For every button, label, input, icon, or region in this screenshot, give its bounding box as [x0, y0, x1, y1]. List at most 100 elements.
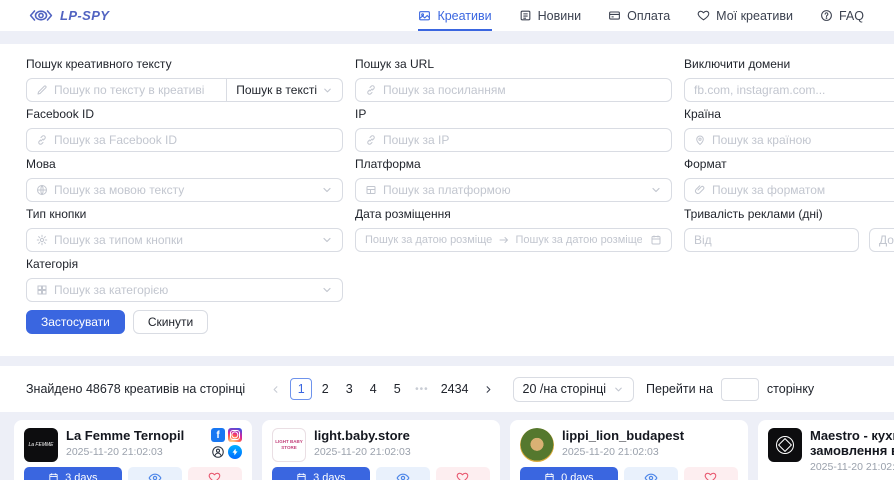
calendar-icon	[48, 472, 59, 480]
creatives-icon	[418, 9, 431, 22]
ip-input[interactable]	[383, 129, 662, 151]
field-url: Пошук за URL	[355, 57, 672, 102]
duration-to-input[interactable]	[879, 229, 894, 251]
creative-card[interactable]: LIGHT BABY STORE light.baby.store 2025-1…	[262, 420, 500, 480]
nav-item-payment[interactable]: Оплата	[608, 0, 670, 31]
platform-select[interactable]	[355, 178, 672, 202]
favorite-button[interactable]	[188, 467, 242, 480]
days-active-button[interactable]: 3 days	[272, 467, 370, 480]
card-date: 2025-11-20 21:02:03	[314, 446, 411, 458]
creative-card[interactable]: lippi_lion_budapest 2025-11-20 21:02:03 …	[510, 420, 748, 480]
platform-icons	[211, 428, 242, 459]
chevron-down-icon	[613, 384, 624, 395]
days-active-button[interactable]: 3 days	[24, 467, 122, 480]
language-select[interactable]	[26, 178, 343, 202]
chevron-down-icon	[650, 184, 662, 196]
location-pin-icon	[694, 134, 706, 146]
reset-button[interactable]: Скинути	[133, 310, 208, 334]
app-header: LP-SPY Креативи Новини Оплата Мої креати…	[0, 0, 894, 31]
field-ip: IP	[355, 107, 672, 152]
page-size-value: 20 /на сторінці	[523, 382, 607, 396]
facebook-icon	[211, 428, 225, 442]
chevron-down-icon	[321, 284, 333, 296]
field-language: Мова	[26, 157, 343, 202]
date-to-input[interactable]	[516, 229, 643, 251]
link-icon	[36, 134, 48, 146]
page-size-select[interactable]: 20 /на сторінці	[513, 377, 635, 402]
jump-page-input[interactable]	[721, 378, 759, 401]
days-label: 3 days	[313, 472, 345, 480]
view-button[interactable]	[624, 467, 678, 480]
eye-icon	[644, 471, 658, 480]
field-exclude-domains: Виключити домени	[684, 57, 894, 102]
field-creative-text: Пошук креативного тексту Пошук в тексті	[26, 57, 343, 102]
language-input[interactable]	[54, 179, 315, 201]
favorite-button[interactable]	[684, 467, 738, 480]
platform-input[interactable]	[383, 179, 644, 201]
nav-item-news[interactable]: Новини	[519, 0, 582, 31]
heart-icon	[704, 471, 717, 480]
page-jump: Перейти на сторінку	[646, 378, 814, 401]
favorite-button[interactable]	[436, 467, 490, 480]
button-type-select[interactable]	[26, 228, 343, 252]
logo-text: LP-SPY	[60, 8, 109, 23]
page-ellipsis[interactable]: •••	[410, 378, 434, 400]
apply-button[interactable]: Застосувати	[26, 310, 125, 334]
field-button-type: Тип кнопки	[26, 207, 343, 252]
chevron-down-icon	[322, 85, 333, 96]
category-select[interactable]	[26, 278, 343, 302]
exclude-domains-input[interactable]	[694, 79, 894, 101]
days-active-button[interactable]: 0 days	[520, 467, 618, 480]
nav-item-my-creatives[interactable]: Мої креативи	[697, 0, 793, 31]
jump-suffix-label: сторінку	[767, 382, 814, 396]
page-button-3[interactable]: 3	[338, 378, 360, 400]
facebook-id-input[interactable]	[54, 129, 333, 151]
card-date: 2025-11-20 21:02:03	[810, 461, 894, 473]
pagination: 1 2 3 4 5 ••• 2434	[263, 378, 500, 400]
date-from-input[interactable]	[365, 229, 492, 251]
page-button-last[interactable]: 2434	[436, 378, 474, 400]
page-button-2[interactable]: 2	[314, 378, 336, 400]
page-button-1[interactable]: 1	[290, 378, 312, 400]
duration-from-input[interactable]	[694, 229, 849, 251]
creative-card[interactable]: Maestro - кухні, ме замовлення в Ужго 20…	[758, 420, 894, 480]
creative-card[interactable]: La FEMME La Femme Ternopil 2025-11-20 21…	[14, 420, 252, 480]
calendar-icon	[296, 472, 307, 480]
logo[interactable]: LP-SPY	[28, 7, 109, 24]
pencil-icon	[36, 84, 48, 96]
results-count: Знайдено 48678 креативів на сторінці	[26, 382, 245, 396]
card-title: light.baby.store	[314, 428, 411, 443]
field-label: Тривалість реклами (дні)	[684, 207, 894, 221]
text-search-mode-select[interactable]: Пошук в тексті	[227, 78, 343, 102]
nav-item-creatives[interactable]: Креативи	[418, 0, 491, 31]
field-facebook-id: Facebook ID	[26, 107, 343, 152]
main-nav: Креативи Новини Оплата Мої креативи FAQ	[418, 0, 864, 31]
days-label: 3 days	[65, 472, 97, 480]
field-label: Категорія	[26, 257, 343, 271]
field-label: Facebook ID	[26, 107, 343, 121]
nav-label: Креативи	[437, 9, 491, 23]
view-button[interactable]	[128, 467, 182, 480]
prev-page-icon[interactable]	[270, 384, 281, 395]
format-input[interactable]	[712, 179, 894, 201]
url-input[interactable]	[383, 79, 662, 101]
arrow-right-icon	[498, 234, 510, 246]
field-label: Платформа	[355, 157, 672, 171]
page-button-5[interactable]: 5	[386, 378, 408, 400]
date-range-picker[interactable]	[355, 228, 672, 252]
instagram-icon	[228, 428, 242, 442]
country-input[interactable]	[712, 129, 894, 151]
creative-text-input[interactable]	[54, 79, 217, 101]
chevron-down-icon	[321, 234, 333, 246]
view-button[interactable]	[376, 467, 430, 480]
next-page-icon[interactable]	[483, 384, 494, 395]
calendar-icon	[650, 234, 662, 246]
category-input[interactable]	[54, 279, 315, 301]
field-label: Пошук за URL	[355, 57, 672, 71]
field-duration: Тривалість реклами (дні)	[684, 207, 894, 252]
nav-label: Оплата	[627, 9, 670, 23]
button-type-input[interactable]	[54, 229, 315, 251]
nav-item-faq[interactable]: FAQ	[820, 0, 864, 31]
field-label: Тип кнопки	[26, 207, 343, 221]
page-button-4[interactable]: 4	[362, 378, 384, 400]
